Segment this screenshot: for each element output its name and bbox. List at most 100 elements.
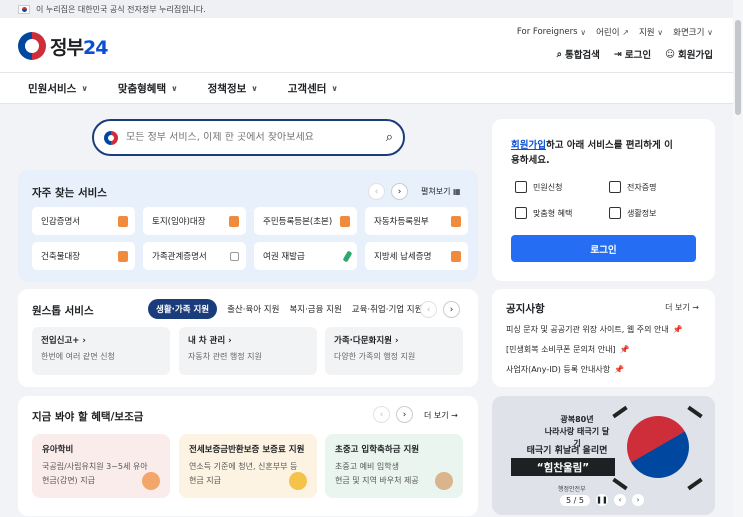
benefits-panel: 지금 봐야 할 혜택/보조금 ‹ › 더 보기 → 유아학비 국공립/사립유치원… <box>18 396 478 516</box>
gift-icon <box>515 207 527 219</box>
util-font-size[interactable]: 화면크기 ∨ <box>673 26 713 39</box>
chevron-down-icon: ∨ <box>171 83 178 93</box>
frequent-item[interactable]: 여권 재발급 <box>254 242 357 270</box>
onestop-tabs: 생활·가족 지원 출산·육아 지원 복지·금융 지원 교육·취업·기업 지원 <box>148 299 422 319</box>
search-icon: ⌕ <box>556 48 562 60</box>
student-icon <box>435 472 453 490</box>
tab-childbirth[interactable]: 출산·육아 지원 <box>227 303 279 315</box>
notice-more-link[interactable]: 더 보기 → <box>665 302 699 313</box>
trigram-icon <box>612 477 628 491</box>
prev-arrow-icon[interactable]: ‹ <box>420 301 437 318</box>
document-icon <box>340 215 350 227</box>
banner-line3: 태극기 휘날려 올리면 <box>526 446 608 456</box>
notice-title: 공지사항 <box>506 303 545 315</box>
search-input[interactable] <box>126 132 386 143</box>
service-apply[interactable]: 민원신청 <box>515 181 562 193</box>
chevron-down-icon: ∨ <box>580 27 587 37</box>
prev-arrow-icon[interactable]: ‹ <box>613 494 626 506</box>
document-icon <box>118 250 128 262</box>
main-nav: 민원서비스 ∨ 맞춤형혜택 ∨ 정책정보 ∨ 고객센터 ∨ <box>0 72 743 104</box>
promo-banner[interactable]: 광복80년 나라사랑 태극기 달기 태극기 휘날려 올리면 “힘찬울림” 행정안전… <box>492 396 715 515</box>
frequent-item[interactable]: 인감증명서 <box>32 207 135 235</box>
frequent-services-panel: 자주 찾는 서비스 ‹ › 펼쳐보기 ▦ 인감증명서 토지(임야)대장 주민등록… <box>18 170 478 282</box>
onestop-card[interactable]: 내 차 관리 › 자동차 관련 행정 지원 <box>179 327 317 375</box>
document-icon <box>229 215 239 227</box>
banner-ministry: 행정안전부 <box>558 486 586 493</box>
login-panel: 회원가입하고 아래 서비스를 편리하게 이용하세요. 민원신청 전자증명 맞춤형… <box>492 119 715 281</box>
document-icon <box>451 250 461 262</box>
pin-icon: 📌 <box>672 325 683 334</box>
service-life-info[interactable]: 생활정보 <box>609 207 656 219</box>
next-arrow-icon[interactable]: › <box>631 494 644 506</box>
chevron-down-icon: ∨ <box>707 27 713 37</box>
trigram-icon <box>687 477 703 491</box>
notice-item[interactable]: 피싱 문자 및 공공기관 위장 사이트, 웹 주의 안내 📌 <box>506 324 683 335</box>
chevron-down-icon: ∨ <box>331 83 338 93</box>
trigram-icon <box>687 405 703 419</box>
onestop-services-panel: 원스톱 서비스 생활·가족 지원 출산·육아 지원 복지·금융 지원 교육·취업… <box>18 289 478 387</box>
benefit-card[interactable]: 유아학비 국공립/사립유치원 3~5세 유아 현금(감면) 지급 <box>32 434 170 498</box>
frequent-item[interactable]: 자동차등록원부 <box>365 207 468 235</box>
notice-item[interactable]: 사업자(Any-ID) 등록 안내사항 📌 <box>506 364 624 375</box>
benefits-more-link[interactable]: 더 보기 → <box>424 410 458 421</box>
login-icon: ⇥ <box>613 48 622 60</box>
next-arrow-icon[interactable]: › <box>443 301 460 318</box>
nav-civil-service[interactable]: 민원서비스 ∨ <box>28 81 88 96</box>
nav-customer-center[interactable]: 고객센터 ∨ <box>288 81 338 96</box>
benefit-card[interactable]: 초중고 입학축하금 지원 초중고 예비 입학생 현금 및 지역 바우처 제공 <box>325 434 463 498</box>
join-link[interactable]: ☺ 회원가입 <box>665 47 713 62</box>
frequent-item[interactable]: 토지(임야)대장 <box>143 207 246 235</box>
tab-life-family[interactable]: 생활·가족 지원 <box>148 299 218 319</box>
chevron-down-icon: ∨ <box>657 27 664 37</box>
integrated-search-link[interactable]: ⌕ 통합검색 <box>556 47 600 62</box>
pen-icon <box>342 249 353 263</box>
benefit-card[interactable]: 전세보증금반환보증 보증료 지원 연소득 기준에 청년, 신혼부부 등 현금 지… <box>179 434 317 498</box>
frequent-item[interactable]: 가족관계증명서 <box>143 242 246 270</box>
official-notice-bar: 이 누리집은 대한민국 공식 전자정부 누리집입니다. <box>0 0 743 18</box>
trigram-icon <box>612 405 628 419</box>
onestop-card[interactable]: 가족·다문화지원 › 다양한 가족의 행정 지원 <box>325 327 463 375</box>
tab-education[interactable]: 교육·취업·기업 지원 <box>352 303 423 315</box>
onestop-card[interactable]: 전입신고+ › 한번에 여러 같면 신청 <box>32 327 170 375</box>
frequent-item[interactable]: 주민등록등본(초본) <box>254 207 357 235</box>
frequent-item[interactable]: 지방세 납세증명 <box>365 242 468 270</box>
pause-icon[interactable]: ❚❚ <box>595 494 608 506</box>
util-foreigners[interactable]: For Foreigners ∨ <box>517 26 586 38</box>
join-link[interactable]: 회원가입 <box>511 140 546 151</box>
frequent-services-title: 자주 찾는 서비스 <box>32 187 107 199</box>
next-arrow-icon[interactable]: › <box>391 183 408 200</box>
service-e-cert[interactable]: 전자증명 <box>609 181 656 193</box>
taegeuk-icon <box>104 130 118 145</box>
chevron-down-icon: ∨ <box>81 83 88 93</box>
prev-arrow-icon[interactable]: ‹ <box>368 183 385 200</box>
util-kids[interactable]: 어린이 ↗ <box>596 26 629 39</box>
nav-policy-info[interactable]: 정책정보 ∨ <box>208 81 258 96</box>
prev-arrow-icon[interactable]: ‹ <box>373 406 390 423</box>
pin-icon: 📌 <box>614 365 625 374</box>
login-link[interactable]: ⇥ 로그인 <box>613 47 651 62</box>
expand-button[interactable]: 펼쳐보기 ▦ <box>421 186 461 197</box>
external-link-icon <box>230 251 239 261</box>
nav-custom-benefits[interactable]: 맞춤형혜택 ∨ <box>118 81 178 96</box>
logo-text: 정부24 <box>50 36 108 59</box>
notice-panel: 공지사항 더 보기 → 피싱 문자 및 공공기관 위장 사이트, 웹 주의 안내… <box>492 289 715 387</box>
user-plus-icon: ☺ <box>665 48 676 60</box>
document-icon <box>118 215 128 227</box>
util-support[interactable]: 지원 ∨ <box>639 26 664 39</box>
service-benefits[interactable]: 맞춤형 혜택 <box>515 207 572 219</box>
next-arrow-icon[interactable]: › <box>396 406 413 423</box>
notice-item[interactable]: [민생회복 소비쿠폰 문의처 안내] 📌 <box>506 344 630 355</box>
money-bag-icon <box>289 472 307 490</box>
tab-welfare[interactable]: 복지·금융 지원 <box>289 303 341 315</box>
external-link-icon: ↗ <box>622 27 629 37</box>
page-counter: 5 / 5 <box>560 494 590 506</box>
frequent-item[interactable]: 건축물대장 <box>32 242 135 270</box>
gov24-logo[interactable]: 정부24 <box>18 32 108 60</box>
grid-icon: ▦ <box>453 187 461 196</box>
pin-icon: 📌 <box>619 345 630 354</box>
scrollbar-thumb[interactable] <box>735 20 741 115</box>
search-icon[interactable]: ⌕ <box>386 130 393 145</box>
official-notice-text: 이 누리집은 대한민국 공식 전자정부 누리집입니다. <box>36 4 206 14</box>
page-scrollbar[interactable] <box>733 0 743 517</box>
login-button[interactable]: 로그인 <box>511 235 696 262</box>
